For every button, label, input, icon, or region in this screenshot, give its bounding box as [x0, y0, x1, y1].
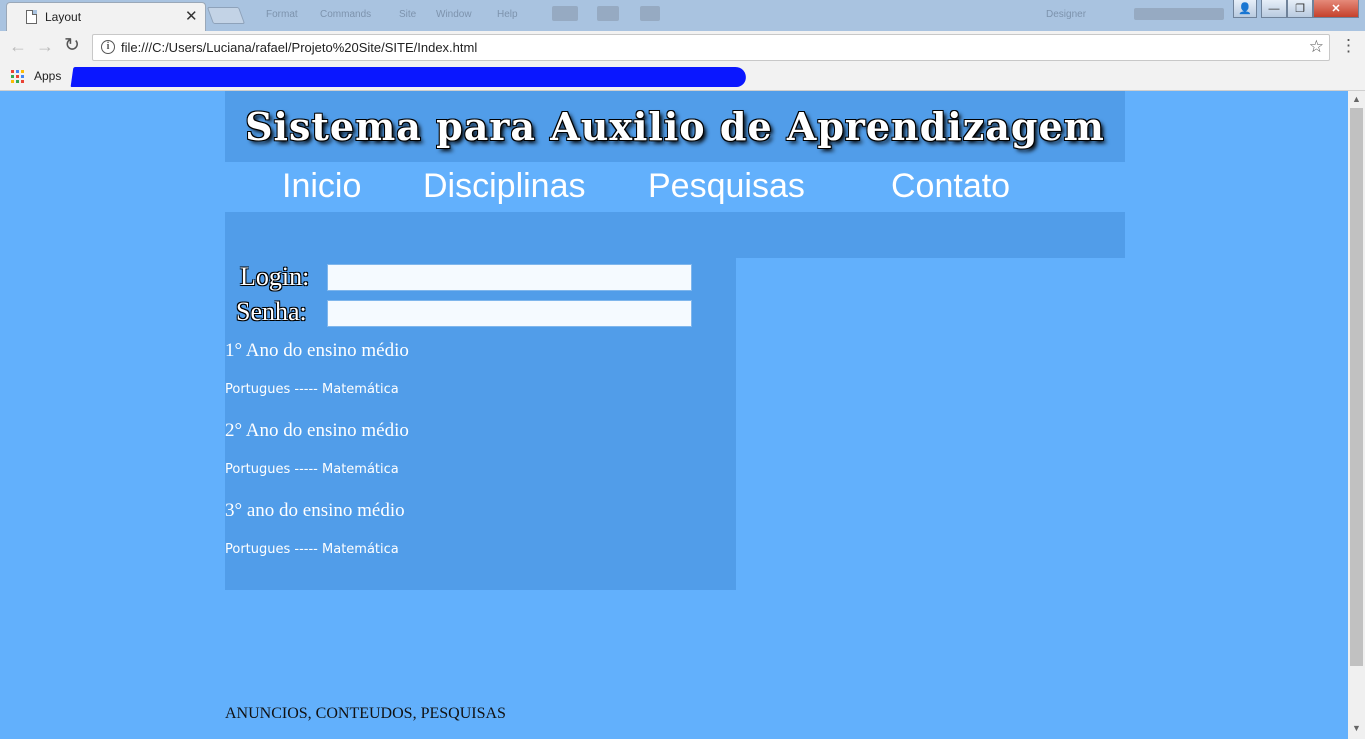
apps-bookmark[interactable]: Apps	[34, 69, 61, 83]
password-input[interactable]	[327, 300, 692, 327]
address-bar[interactable]: i file:///C:/Users/Luciana/rafael/Projet…	[92, 34, 1330, 61]
login-label: Login:	[240, 262, 310, 291]
scrollbar-thumb[interactable]	[1350, 108, 1363, 666]
minimize-button[interactable]: —	[1261, 0, 1287, 18]
password-label: Senha:	[236, 297, 307, 326]
more-menu-icon[interactable]: ⋮	[1340, 36, 1357, 56]
apps-grid-icon[interactable]	[11, 70, 24, 83]
subject-link-matematica[interactable]: Matemática	[322, 382, 399, 397]
maximize-button[interactable]: ❐	[1287, 0, 1313, 18]
background-toolbar-icon	[640, 6, 660, 21]
vertical-scrollbar[interactable]: ▲ ▼	[1348, 91, 1365, 739]
close-icon[interactable]: ✕	[185, 7, 198, 25]
browser-tab[interactable]: Layout ✕	[6, 2, 206, 31]
section-heading: 2° Ano do ensino médio	[225, 420, 409, 441]
login-input[interactable]	[327, 264, 692, 291]
nav-link-disciplinas[interactable]: Disciplinas	[423, 167, 586, 206]
subject-separator: -----	[290, 542, 323, 557]
subject-link-matematica[interactable]: Matemática	[322, 542, 399, 557]
subject-links: Portugues ----- Matemática	[225, 462, 399, 477]
subject-links: Portugues ----- Matemática	[225, 542, 399, 557]
content-band	[225, 212, 1125, 258]
nav-link-pesquisas[interactable]: Pesquisas	[648, 167, 805, 206]
background-menu-item: Commands	[320, 9, 372, 20]
section-heading: 3° ano do ensino médio	[225, 500, 405, 521]
reload-icon[interactable]: ↻	[64, 34, 80, 57]
background-menu-item: Window	[436, 9, 472, 20]
arrow-right-icon[interactable]: →	[36, 36, 54, 57]
background-toolbar-icon	[597, 6, 619, 21]
bookmarks-bar: Apps	[0, 64, 1365, 91]
nav-link-inicio[interactable]: Inicio	[282, 167, 361, 206]
scroll-up-arrow-icon[interactable]: ▲	[1352, 94, 1361, 104]
window-close-button[interactable]: ✕	[1313, 0, 1359, 18]
subject-link-portugues[interactable]: Portugues	[225, 382, 290, 397]
subject-separator: -----	[290, 382, 323, 397]
background-menu-item: Format	[266, 9, 298, 20]
scroll-down-arrow-icon[interactable]: ▼	[1352, 723, 1361, 733]
url-text[interactable]: file:///C:/Users/Luciana/rafael/Projeto%…	[121, 40, 477, 55]
page-icon	[26, 10, 37, 24]
subject-link-portugues[interactable]: Portugues	[225, 462, 290, 477]
new-tab-button[interactable]	[206, 7, 246, 24]
background-search-box	[1134, 8, 1224, 20]
subject-links: Portugues ----- Matemática	[225, 382, 399, 397]
subject-link-matematica[interactable]: Matemática	[322, 462, 399, 477]
user-icon[interactable]: 👤	[1233, 0, 1257, 18]
background-toolbar-icon	[552, 6, 578, 21]
browser-toolbar: ← → ↻ i file:///C:/Users/Luciana/rafael/…	[0, 31, 1365, 64]
redacted-bookmarks	[70, 67, 748, 87]
footer-text: ANUNCIOS, CONTEUDOS, PESQUISAS	[225, 705, 506, 722]
section-heading: 1° Ano do ensino médio	[225, 340, 409, 361]
background-menu-item: Help	[497, 9, 518, 20]
nav-link-contato[interactable]: Contato	[891, 167, 1010, 206]
tab-title: Layout	[45, 10, 82, 24]
star-icon[interactable]: ☆	[1309, 37, 1324, 57]
window-titlebar: Layout ✕ Format Commands Site Window Hel…	[0, 0, 1365, 31]
site-title: Sistema para Auxilio de Aprendizagem	[245, 104, 1105, 149]
info-icon[interactable]: i	[101, 40, 115, 54]
subject-link-portugues[interactable]: Portugues	[225, 542, 290, 557]
subject-separator: -----	[290, 462, 323, 477]
background-menu-item: Designer	[1046, 9, 1087, 20]
arrow-left-icon[interactable]: ←	[9, 36, 27, 57]
background-menu-item: Site	[399, 9, 417, 20]
site-header: Sistema para Auxilio de Aprendizagem	[225, 91, 1125, 162]
